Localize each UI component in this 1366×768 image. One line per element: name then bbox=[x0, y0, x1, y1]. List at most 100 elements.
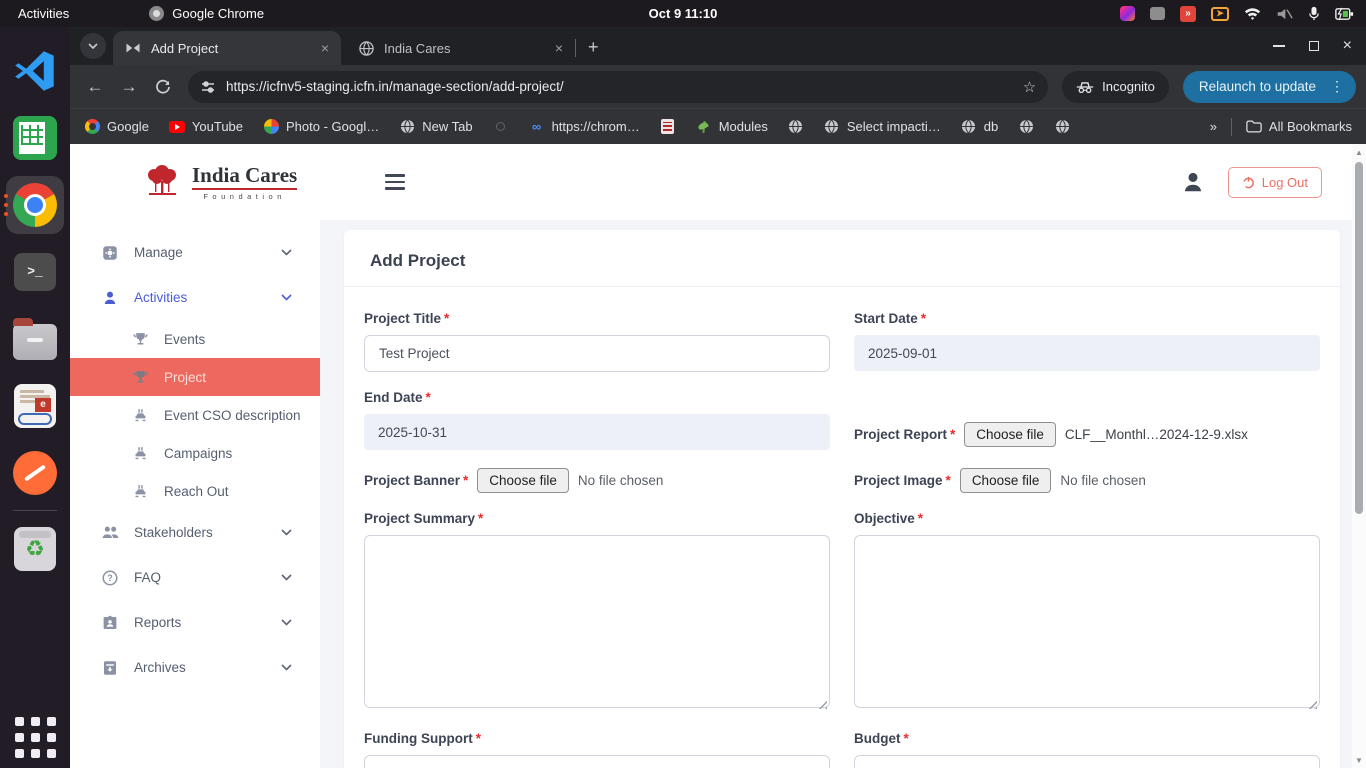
activities-button[interactable]: Activities bbox=[0, 6, 87, 21]
site-favicon bbox=[125, 42, 141, 54]
sidebar-item-stakeholders[interactable]: Stakeholders bbox=[70, 510, 320, 555]
back-icon[interactable]: ← bbox=[80, 72, 110, 102]
field-project-image: Project Image* Choose file No file chose… bbox=[854, 468, 1320, 493]
chevron-down-icon bbox=[281, 619, 292, 626]
bookmarks-divider bbox=[1231, 118, 1232, 136]
people-icon bbox=[100, 524, 120, 541]
globe-icon bbox=[1019, 119, 1034, 134]
user-avatar-icon[interactable] bbox=[1180, 169, 1206, 195]
incognito-icon bbox=[1076, 80, 1094, 94]
project-report-choose-file-button[interactable]: Choose file bbox=[964, 422, 1056, 447]
terminal-icon: >_ bbox=[14, 253, 56, 291]
site-settings-icon[interactable] bbox=[200, 79, 216, 95]
field-budget: Budget* bbox=[854, 731, 1320, 768]
address-bar[interactable]: https://icfnv5-staging.icfn.in/manage-se… bbox=[188, 71, 1048, 103]
sidebar-item-events[interactable]: Events bbox=[70, 320, 320, 358]
sidebar-item-project[interactable]: Project bbox=[70, 358, 320, 396]
sidebar-item-reach-out[interactable]: Reach Out bbox=[70, 472, 320, 510]
bookmark-select-impact[interactable]: Select impacti… bbox=[824, 119, 941, 135]
logout-button[interactable]: Log Out bbox=[1228, 167, 1322, 198]
new-tab-button[interactable]: + bbox=[588, 37, 599, 58]
bookmark-chrome-link[interactable]: ∞https://chrom… bbox=[529, 119, 640, 135]
dock-item-trash[interactable]: ♻ bbox=[0, 515, 70, 582]
forward-icon[interactable]: → bbox=[114, 72, 144, 102]
scrollbar-thumb[interactable] bbox=[1355, 162, 1363, 514]
sidebar-item-manage[interactable]: Manage bbox=[70, 230, 320, 275]
project-title-input[interactable] bbox=[364, 335, 830, 372]
dock-item-files[interactable] bbox=[0, 305, 70, 372]
bookmark-unnamed[interactable] bbox=[493, 119, 509, 135]
page-scrollbar[interactable]: ▲ ▼ bbox=[1352, 144, 1366, 768]
all-bookmarks-button[interactable]: All Bookmarks bbox=[1246, 119, 1352, 135]
relaunch-to-update-button[interactable]: Relaunch to update ⋮ bbox=[1183, 71, 1356, 103]
close-icon[interactable]: × bbox=[1343, 38, 1352, 54]
close-tab-icon[interactable]: × bbox=[319, 40, 331, 56]
tab-india-cares[interactable]: India Cares × bbox=[347, 31, 575, 65]
india-cares-logo[interactable]: India Cares Foundation bbox=[140, 163, 297, 201]
scroll-up-icon[interactable]: ▲ bbox=[1352, 145, 1366, 159]
field-project-summary: Project Summary* bbox=[364, 511, 830, 713]
sidebar-item-archives[interactable]: Archives bbox=[70, 645, 320, 690]
menu-toggle-button[interactable] bbox=[385, 174, 405, 190]
plant-icon bbox=[697, 119, 711, 134]
bookmark-new-tab[interactable]: New Tab bbox=[399, 119, 472, 135]
tab-search-button[interactable] bbox=[80, 33, 106, 59]
sidebar-item-activities[interactable]: Activities bbox=[70, 275, 320, 320]
funding-support-input[interactable] bbox=[364, 755, 830, 768]
scroll-down-icon[interactable]: ▼ bbox=[1352, 753, 1366, 767]
project-banner-choose-file-button[interactable]: Choose file bbox=[477, 468, 569, 493]
bookmark-google[interactable]: Google bbox=[84, 119, 149, 135]
clock[interactable]: Oct 9 11:10 bbox=[649, 6, 718, 21]
end-date-input[interactable] bbox=[364, 414, 830, 450]
system-tray[interactable]: » ➤ bbox=[1120, 6, 1366, 22]
focused-app-indicator[interactable]: Google Chrome bbox=[149, 6, 264, 21]
sidebar-item-campaigns[interactable]: Campaigns bbox=[70, 434, 320, 472]
help-icon: ? bbox=[100, 569, 120, 587]
sidebar-item-faq[interactable]: ? FAQ bbox=[70, 555, 320, 600]
bookmark-unnamed[interactable] bbox=[1054, 119, 1070, 135]
bookmarks-overflow-chevron[interactable]: » bbox=[1210, 119, 1217, 134]
project-summary-textarea[interactable] bbox=[364, 535, 830, 708]
restore-icon[interactable] bbox=[1309, 41, 1319, 51]
bookmarks-bar: Google YouTube Photo - Googl… New Tab ∞h… bbox=[70, 108, 1366, 144]
trash-icon: ♻ bbox=[14, 527, 56, 571]
dock-item-postman[interactable] bbox=[0, 439, 70, 506]
sidebar-item-event-cso-description[interactable]: Event CSO description bbox=[70, 396, 320, 434]
stamp-icon bbox=[130, 445, 150, 462]
tab-add-project[interactable]: Add Project × bbox=[113, 31, 341, 65]
project-image-choose-file-button[interactable]: Choose file bbox=[960, 468, 1052, 493]
incognito-badge: Incognito bbox=[1062, 71, 1169, 103]
placeholder-favicon bbox=[496, 122, 505, 131]
bookmark-google-photos[interactable]: Photo - Googl… bbox=[263, 119, 379, 135]
dock-item-libreoffice-calc[interactable] bbox=[0, 104, 70, 171]
ubuntu-top-bar: Activities Google Chrome Oct 9 11:10 » ➤ bbox=[0, 0, 1366, 27]
running-indicator bbox=[4, 194, 8, 216]
minimize-icon[interactable] bbox=[1273, 45, 1285, 47]
chat-icon bbox=[1150, 7, 1165, 20]
app-grid-icon bbox=[15, 717, 56, 758]
show-applications-button[interactable] bbox=[0, 717, 70, 758]
reload-icon[interactable] bbox=[148, 72, 178, 102]
close-tab-icon[interactable]: × bbox=[553, 40, 565, 56]
start-date-input[interactable] bbox=[854, 335, 1320, 371]
bookmark-unnamed[interactable] bbox=[1018, 119, 1034, 135]
person-icon bbox=[100, 289, 120, 307]
bookmark-youtube[interactable]: YouTube bbox=[169, 119, 243, 135]
chrome-menu-icon[interactable]: ⋮ bbox=[1326, 78, 1348, 95]
bookmark-modules[interactable]: Modules bbox=[696, 119, 768, 135]
dock-item-google-chrome[interactable] bbox=[0, 171, 70, 238]
budget-input[interactable] bbox=[854, 755, 1320, 768]
bookmark-star-icon[interactable]: ☆ bbox=[1023, 78, 1036, 96]
dock-item-vscode[interactable] bbox=[0, 37, 70, 104]
sidebar-item-reports[interactable]: Reports bbox=[70, 600, 320, 645]
bookmark-db[interactable]: db bbox=[961, 119, 998, 135]
dock-item-terminal[interactable]: >_ bbox=[0, 238, 70, 305]
bookmark-bajaj[interactable] bbox=[660, 119, 676, 135]
chevron-down-icon bbox=[281, 249, 292, 256]
bookmark-unnamed[interactable] bbox=[788, 119, 804, 135]
dock-item-document-viewer[interactable]: e bbox=[0, 372, 70, 439]
objective-textarea[interactable] bbox=[854, 535, 1320, 708]
page-title: Add Project bbox=[344, 230, 1340, 287]
url-text[interactable]: https://icfnv5-staging.icfn.in/manage-se… bbox=[226, 79, 1013, 94]
google-icon bbox=[85, 119, 100, 134]
